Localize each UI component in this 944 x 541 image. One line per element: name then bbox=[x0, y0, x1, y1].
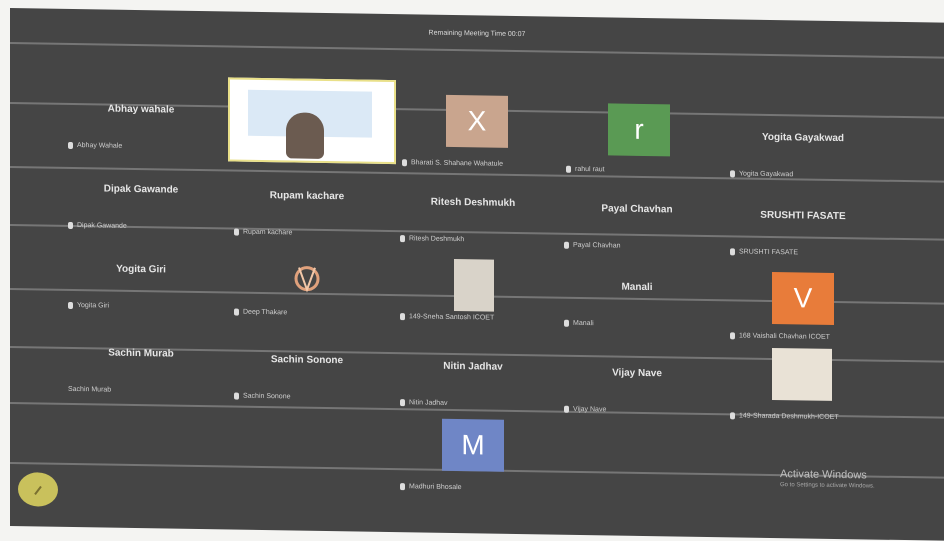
participant-display-name: Vijay Nave bbox=[612, 367, 662, 380]
mic-off-icon bbox=[564, 319, 569, 327]
participant-display-name: Payal Chavhan bbox=[601, 203, 673, 216]
participant-tile[interactable]: Manali Manali bbox=[556, 273, 718, 336]
participant-display-name: Abhay wahale bbox=[107, 103, 175, 116]
mic-off-icon bbox=[68, 301, 73, 309]
participant-label: Bharati S. Shahane Wahatule bbox=[402, 159, 503, 168]
participant-tile[interactable]: Vijay Nave Vijay Nave bbox=[556, 359, 718, 422]
participant-label: Vijay Nave bbox=[564, 405, 606, 413]
participant-tile[interactable]: Ritesh Deshmukh Ritesh Deshmukh bbox=[392, 188, 554, 251]
participant-label: Deep Thakare bbox=[234, 308, 287, 316]
mic-off-icon bbox=[234, 308, 239, 316]
reaction-button[interactable] bbox=[18, 472, 58, 507]
participant-tile[interactable]: Nitin Jadhav Nitin Jadhav bbox=[392, 352, 554, 415]
mic-off-icon bbox=[566, 165, 571, 173]
participant-label: 168 Vaishali Chavhan ICOET bbox=[730, 332, 830, 341]
participant-label: Dipak Gawande bbox=[68, 221, 127, 230]
mic-off-icon bbox=[730, 412, 735, 420]
mic-off-icon bbox=[730, 170, 735, 178]
participant-display-name: Sachin Murab bbox=[108, 347, 174, 360]
mic-off-icon bbox=[400, 235, 405, 243]
avatar: r bbox=[608, 103, 670, 157]
profile-logo-image bbox=[276, 258, 338, 299]
participant-label: Yogita Gayakwad bbox=[730, 170, 793, 178]
mic-off-icon bbox=[68, 141, 73, 149]
participant-tile[interactable]: r rahul raut bbox=[558, 101, 720, 173]
participant-label: Payal Chavhan bbox=[564, 241, 620, 250]
participant-tile[interactable]: M Madhuri Bhosale bbox=[392, 418, 554, 491]
mic-off-icon bbox=[234, 392, 239, 400]
participant-label: 149-Sharada Deshmukh-ICOET bbox=[730, 412, 839, 421]
mic-off-icon bbox=[564, 241, 569, 249]
participant-tile[interactable]: Dipak Gawande Dipak Gawande bbox=[60, 175, 222, 238]
participant-display-name: Yogita Giri bbox=[116, 263, 166, 276]
mic-off-icon bbox=[730, 332, 735, 340]
participant-display-name: Manali bbox=[621, 281, 653, 294]
participant-label: Madhuri Bhosale bbox=[400, 483, 462, 491]
remaining-time-label: Remaining Meeting Time 00:07 bbox=[428, 29, 526, 38]
activate-windows-subtitle: Go to Settings to activate Windows. bbox=[780, 482, 875, 490]
participant-display-name: Rupam kachare bbox=[269, 190, 345, 203]
participant-label: 149-Sneha Santosh ICOET bbox=[400, 313, 494, 322]
participant-label: Abhay Wahale bbox=[68, 141, 122, 150]
participant-tile[interactable]: Sachin Murab Sachin Murab bbox=[60, 339, 222, 402]
mic-off-icon bbox=[68, 221, 73, 229]
participant-label: Sachin Murab bbox=[68, 385, 112, 394]
profile-photo bbox=[454, 258, 494, 312]
avatar: V bbox=[772, 271, 834, 325]
participant-label: Nitin Jadhav bbox=[400, 399, 448, 407]
participant-tile[interactable]: SRUSHTI FASATE SRUSHTI FASATE bbox=[722, 201, 884, 264]
mic-off-icon bbox=[400, 399, 405, 407]
participant-tile[interactable]: Deep Thakare bbox=[226, 261, 388, 324]
participant-tile[interactable]: Yogita Gayakwad Yogita Gayakwad bbox=[722, 123, 884, 186]
mic-off-icon bbox=[400, 483, 405, 491]
avatar: X bbox=[446, 94, 508, 148]
participant-tile[interactable]: Abhay wahale Abhay Wahale bbox=[60, 95, 222, 158]
participant-display-name: Sachin Sonone bbox=[270, 354, 344, 367]
mic-off-icon bbox=[400, 313, 405, 321]
profile-photo bbox=[772, 347, 832, 401]
participant-tile[interactable]: X Bharati S. Shahane Wahatule bbox=[394, 94, 556, 168]
participant-display-name: Ritesh Deshmukh bbox=[430, 196, 516, 209]
participant-tile[interactable]: Sachin Sonone Sachin Sonone bbox=[226, 345, 388, 408]
mic-off-icon bbox=[564, 405, 569, 413]
participant-label: Ritesh Deshmukh bbox=[400, 235, 464, 243]
mic-off-icon bbox=[402, 159, 407, 167]
mic-off-icon bbox=[730, 248, 735, 256]
speaker-image bbox=[286, 112, 324, 159]
meeting-screen: Remaining Meeting Time 00:07 Abhay wahal… bbox=[10, 8, 944, 541]
raise-hand-icon bbox=[34, 485, 42, 496]
participant-display-name: Dipak Gawande bbox=[103, 183, 179, 196]
participant-tile[interactable]: Payal Chavhan Payal Chavhan bbox=[556, 195, 718, 258]
participant-tile[interactable]: 149-Sharada Deshmukh-ICOET bbox=[722, 347, 884, 421]
participant-display-name: Nitin Jadhav bbox=[443, 360, 503, 373]
participant-label: Sachin Sonone bbox=[234, 392, 290, 400]
avatar: M bbox=[442, 418, 504, 472]
participant-tile[interactable]: Yogita Giri Yogita Giri bbox=[60, 255, 222, 318]
participant-label: Manali bbox=[564, 319, 594, 327]
participant-label: SRUSHTI FASATE bbox=[730, 248, 798, 256]
participant-display-name: SRUSHTI FASATE bbox=[760, 209, 846, 223]
participant-tile[interactable]: 149-Sneha Santosh ICOET bbox=[392, 258, 554, 329]
participant-display-name: Yogita Gayakwad bbox=[761, 131, 845, 145]
participant-label: Yogita Giri bbox=[68, 301, 109, 310]
participant-tile[interactable]: Rupam kachare Rupam kachare bbox=[226, 181, 388, 244]
participant-label: Rupam kachare bbox=[234, 228, 292, 236]
logo-icon bbox=[294, 266, 320, 293]
participant-label: rahul raut bbox=[566, 165, 605, 173]
mic-off-icon bbox=[234, 228, 239, 236]
active-speaker-video[interactable] bbox=[228, 77, 396, 165]
participant-tile[interactable]: V 168 Vaishali Chavhan ICOET bbox=[722, 271, 884, 341]
activate-windows-title: Activate Windows bbox=[780, 468, 867, 482]
